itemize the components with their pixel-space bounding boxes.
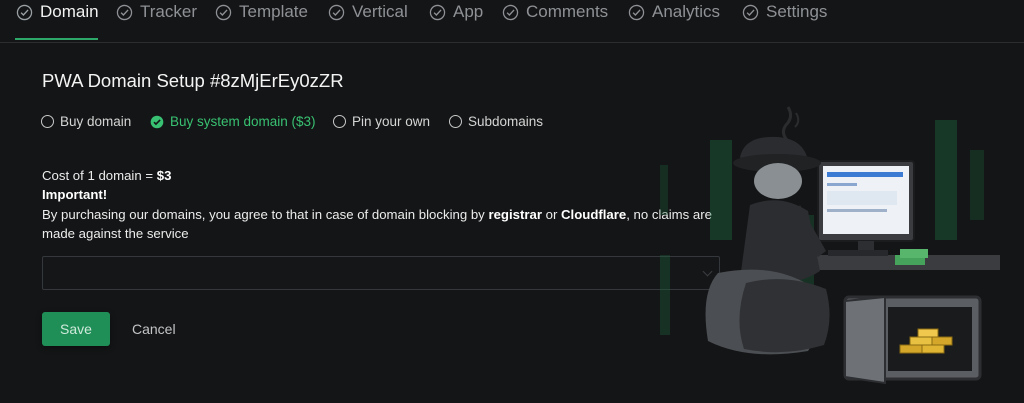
check-circle-icon xyxy=(215,4,232,20)
radio-buy-system-domain[interactable]: Buy system domain ($3) xyxy=(150,114,316,129)
tab-template[interactable]: Template xyxy=(215,0,308,24)
notice-part: or xyxy=(541,206,562,222)
cost-line: Cost of 1 domain = $3 xyxy=(42,166,732,185)
domain-select[interactable] xyxy=(42,256,720,290)
radio-empty-icon xyxy=(41,115,54,128)
tab-label: App xyxy=(453,2,484,21)
tab-label: Tracker xyxy=(140,2,197,21)
cancel-button[interactable]: Cancel xyxy=(132,321,176,337)
radio-buy-domain[interactable]: Buy domain xyxy=(41,114,131,129)
check-circle-icon xyxy=(429,4,446,20)
page-title: PWA Domain Setup #8zMjErEy0zZR xyxy=(42,70,344,91)
radio-label: Buy system domain ($3) xyxy=(170,114,316,129)
hacker-illustration xyxy=(660,106,1000,385)
active-tab-indicator xyxy=(15,38,98,40)
tab-vertical[interactable]: Vertical xyxy=(328,0,408,24)
check-circle-icon xyxy=(116,4,133,20)
check-circle-icon xyxy=(502,4,519,20)
tab-label: Template xyxy=(239,2,308,21)
tab-label: Settings xyxy=(766,2,828,21)
cost-value: $3 xyxy=(156,168,172,183)
important-heading: Important! xyxy=(42,187,108,203)
tab-domain[interactable]: Domain xyxy=(16,0,99,24)
tab-label: Vertical xyxy=(352,2,408,21)
domain-info-text: Cost of 1 domain = $3 Important! By purc… xyxy=(42,166,732,244)
check-circle-icon xyxy=(628,4,645,20)
tab-label: Domain xyxy=(40,2,99,21)
notice-text: By purchasing our domains, you agree to … xyxy=(42,205,732,244)
checked-circle-icon xyxy=(150,115,164,128)
radio-label: Subdomains xyxy=(468,114,544,129)
cost-prefix: Cost of 1 domain = xyxy=(42,168,157,183)
tab-tracker[interactable]: Tracker xyxy=(116,0,197,24)
check-circle-icon xyxy=(742,4,759,20)
radio-pin-your-own[interactable]: Pin your own xyxy=(333,114,430,129)
radio-empty-icon xyxy=(333,115,346,128)
tab-analytics[interactable]: Analytics xyxy=(628,0,720,24)
tab-label: Comments xyxy=(526,2,609,21)
tab-bar: Domain Tracker Template Vertical App Com… xyxy=(0,0,1024,43)
radio-subdomains[interactable]: Subdomains xyxy=(449,114,543,129)
tab-app[interactable]: App xyxy=(429,0,483,24)
cloudflare-text: Cloudflare xyxy=(561,206,627,222)
check-circle-icon xyxy=(16,4,33,20)
notice-part: By purchasing our domains, you agree to … xyxy=(42,206,489,222)
registrar-text: registrar xyxy=(488,206,542,222)
radio-label: Pin your own xyxy=(352,114,431,129)
save-button[interactable]: Save xyxy=(42,312,110,346)
tab-label: Analytics xyxy=(652,2,721,21)
radio-label: Buy domain xyxy=(60,114,132,129)
check-circle-icon xyxy=(328,4,345,20)
tab-settings[interactable]: Settings xyxy=(742,0,827,24)
radio-empty-icon xyxy=(449,115,462,128)
tab-comments[interactable]: Comments xyxy=(502,0,608,24)
